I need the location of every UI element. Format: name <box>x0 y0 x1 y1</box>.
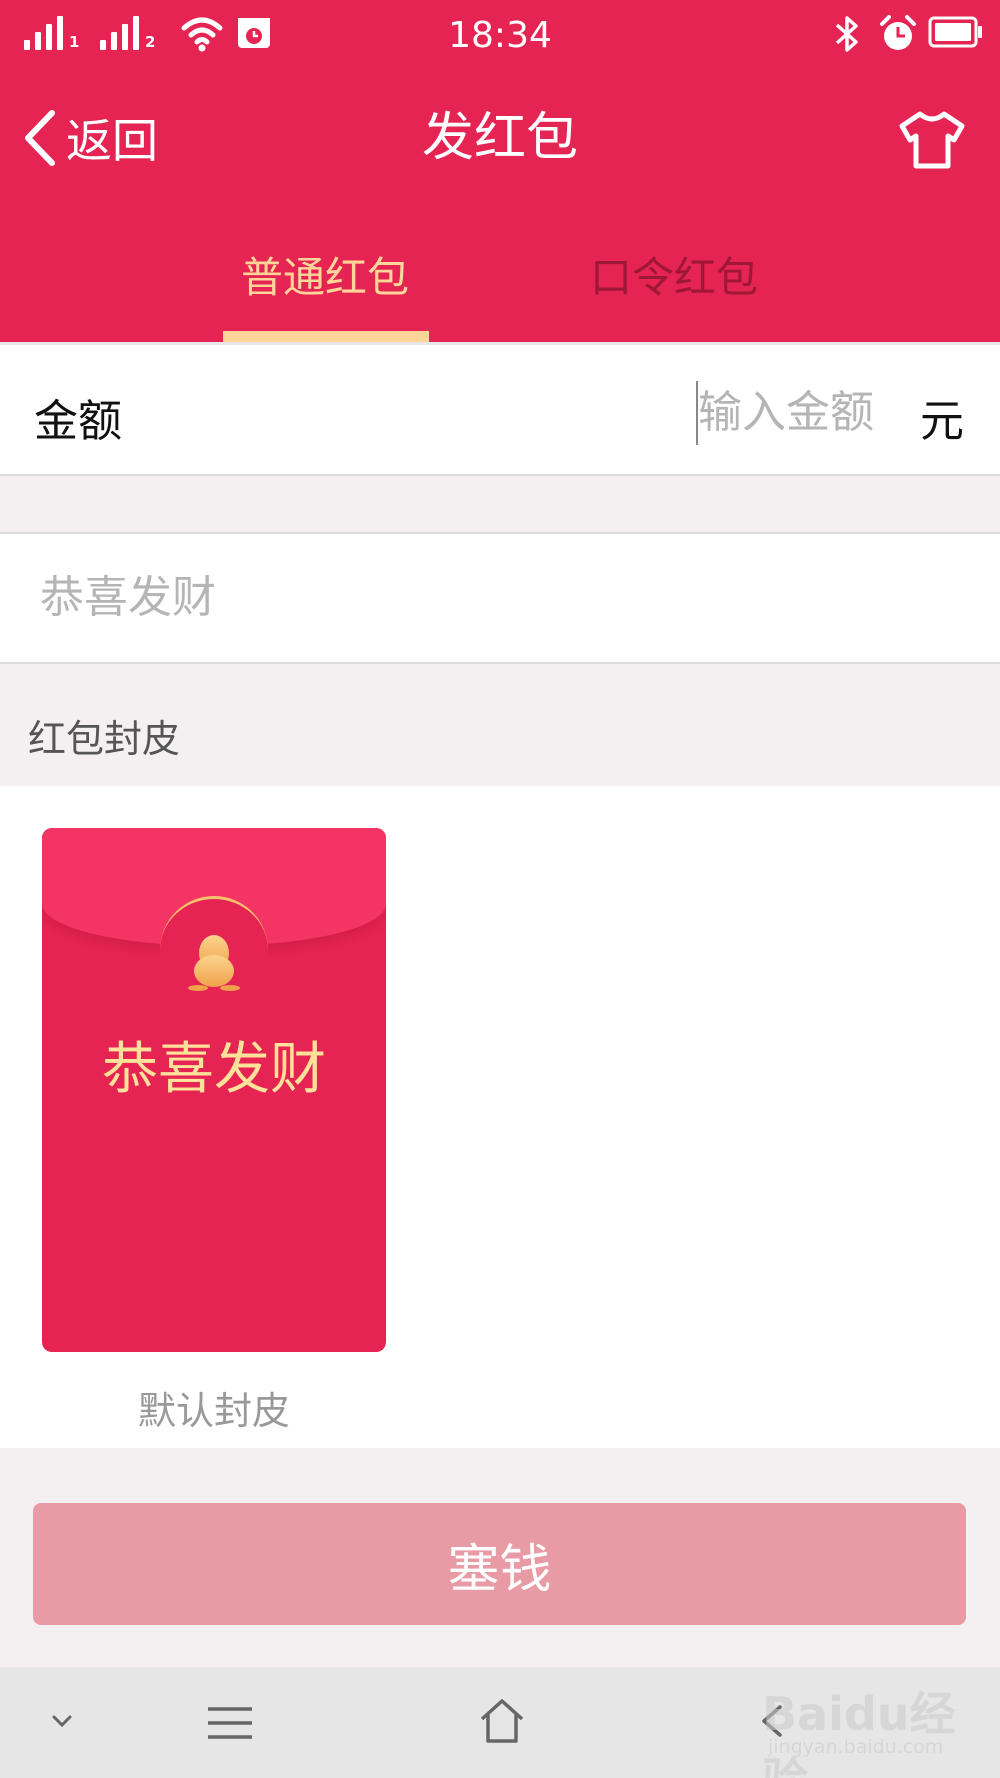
greeting-row <box>0 532 1000 664</box>
amount-row: 金额 元 <box>0 342 1000 476</box>
tab-active-indicator <box>223 331 429 342</box>
chevron-down-icon[interactable] <box>48 1711 76 1731</box>
default-cover-card[interactable]: 恭喜发财 <box>42 828 386 1352</box>
amount-unit: 元 <box>920 396 964 447</box>
alarm-icon <box>880 15 916 50</box>
tab-normal-red-packet[interactable]: 普通红包 <box>205 246 445 310</box>
cover-seal <box>160 896 268 1004</box>
home-icon[interactable] <box>478 1697 526 1745</box>
cover-name-label: 默认封皮 <box>137 1389 290 1433</box>
penguin-icon <box>188 935 240 991</box>
cover-greeting-text: 恭喜发财 <box>102 1037 326 1102</box>
watermark-logo: Baidu经验 <box>762 1687 956 1778</box>
tab-password-red-packet[interactable]: 口令红包 <box>554 246 794 310</box>
cover-list: 恭喜发财 默认封皮 <box>0 786 1000 1448</box>
baidu-watermark: Baidu经验 jingyan.baidu.com <box>762 1674 982 1778</box>
shirt-icon[interactable] <box>896 108 968 172</box>
put-money-button[interactable]: 塞钱 <box>33 1503 966 1625</box>
amount-input[interactable] <box>698 387 894 438</box>
watermark-url: jingyan.baidu.com <box>768 1736 944 1758</box>
greeting-input[interactable] <box>40 572 940 623</box>
battery-icon <box>928 16 982 48</box>
bluetooth-icon <box>835 16 858 52</box>
amount-label: 金额 <box>34 396 122 447</box>
cover-section-title: 红包封皮 <box>28 717 181 761</box>
status-bar: 1 2 18:34 <box>0 0 1000 72</box>
menu-icon[interactable] <box>206 1703 254 1743</box>
page-title: 发红包 <box>421 108 578 168</box>
